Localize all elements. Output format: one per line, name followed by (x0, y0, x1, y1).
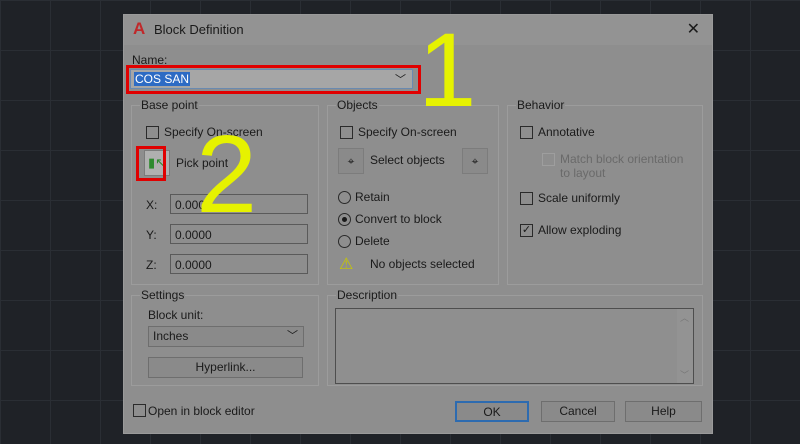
description-group: Description ︿ ﹀ (327, 288, 703, 386)
open-block-editor-label: Open in block editor (148, 404, 255, 418)
scale-uniformly-checkbox[interactable] (520, 192, 533, 205)
settings-label: Settings (140, 288, 186, 302)
scale-uniformly-label: Scale uniformly (538, 191, 621, 205)
z-label: Z: (146, 258, 157, 272)
warning-icon: ⚠ (339, 256, 354, 273)
y-label: Y: (146, 228, 157, 242)
match-orientation-label: Match block orientation (560, 152, 684, 166)
base-specify-checkbox[interactable] (146, 126, 159, 139)
quick-select-button[interactable]: ⌖ (462, 148, 488, 174)
description-scrollbar[interactable]: ︿ ﹀ (677, 309, 693, 383)
chevron-down-icon: ﹀ (287, 330, 298, 342)
match-orientation-checkbox[interactable] (542, 153, 555, 166)
select-objects-button[interactable]: ⌖ (338, 148, 364, 174)
crosshair-icon: ⌖ (347, 154, 355, 168)
retain-label: Retain (355, 190, 390, 204)
behavior-group: Behavior Annotative Match block orientat… (507, 98, 703, 285)
z-input[interactable]: 0.0000 (170, 254, 308, 274)
delete-label: Delete (355, 234, 390, 248)
retain-radio[interactable] (338, 191, 351, 204)
cancel-button[interactable]: Cancel (541, 401, 615, 422)
annotative-label: Annotative (538, 125, 595, 139)
open-block-editor-checkbox[interactable] (133, 404, 146, 417)
match-orientation-label-2: to layout (560, 166, 606, 180)
block-unit-dropdown[interactable]: Inches ﹀ (148, 326, 304, 347)
block-unit-label: Block unit: (148, 308, 204, 322)
settings-group: Settings Block unit: Inches ﹀ Hyperlink.… (131, 288, 319, 386)
scroll-up-icon[interactable]: ︿ (680, 311, 689, 324)
scroll-down-icon[interactable]: ﹀ (680, 368, 689, 381)
objects-label: Objects (336, 98, 379, 112)
help-button[interactable]: Help (625, 401, 702, 422)
delete-radio[interactable] (338, 235, 351, 248)
ok-button[interactable]: OK (455, 401, 529, 422)
highlight-box-name (126, 65, 421, 94)
autocad-logo-icon: A (133, 19, 146, 38)
convert-label: Convert to block (355, 212, 442, 226)
description-textarea[interactable]: ︿ ﹀ (335, 308, 694, 384)
x-label: X: (146, 198, 158, 212)
dialog-title: Block Definition (154, 22, 244, 37)
behavior-label: Behavior (516, 98, 566, 112)
step-1-annotation: 1 (418, 12, 477, 129)
select-objects-label: Select objects (370, 153, 445, 167)
base-point-label: Base point (140, 98, 199, 112)
objects-specify-checkbox[interactable] (340, 126, 353, 139)
convert-radio[interactable] (338, 213, 351, 226)
quick-select-icon: ⌖ (471, 154, 479, 168)
annotative-checkbox[interactable] (520, 126, 533, 139)
objects-group: Objects Specify On-screen ⌖ Select objec… (327, 98, 499, 285)
allow-exploding-checkbox[interactable]: ✓ (520, 224, 533, 237)
close-icon[interactable]: ✕ (687, 19, 700, 39)
block-unit-value: Inches (153, 329, 189, 343)
hyperlink-button[interactable]: Hyperlink... (148, 357, 303, 378)
highlight-box-pick-point (136, 146, 166, 181)
objects-status: No objects selected (370, 257, 475, 271)
step-2-annotation: 2 (196, 113, 258, 236)
allow-exploding-label: Allow exploding (538, 223, 622, 237)
description-label: Description (336, 288, 399, 302)
